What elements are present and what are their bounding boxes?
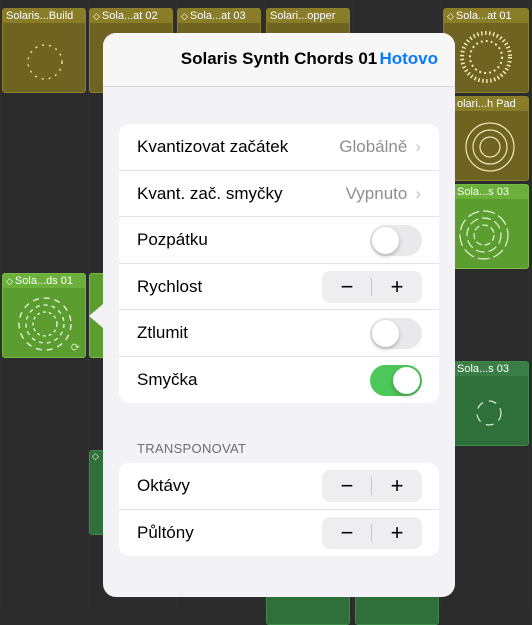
transpose-section-header: TRANSPONOVAT — [137, 441, 247, 456]
clip-title: olari...h Pad — [454, 97, 528, 111]
clip-cell[interactable]: ◇ Sola...ds 01 ⟳ — [2, 273, 86, 358]
collapse-chevron-icon: ◇ — [447, 11, 454, 21]
waveform-ring-icon — [18, 297, 72, 351]
waveform-ring-icon — [459, 210, 509, 260]
clip-cell[interactable]: ◇ Sola...at 01 — [443, 8, 529, 93]
clip-cell[interactable]: Solaris...Build — [2, 8, 86, 93]
semitones-stepper: − + — [322, 516, 422, 549]
semitones-row: Půltóny − + — [119, 510, 439, 557]
popover-arrow — [89, 304, 103, 328]
clip-title: Solaris...Build — [3, 9, 85, 23]
loop-toggle[interactable] — [370, 364, 422, 396]
mute-row: Ztlumit — [119, 310, 439, 357]
toggle-knob — [393, 366, 420, 394]
decrement-button[interactable]: − — [322, 517, 372, 549]
transpose-group: Oktávy − + Půltóny − + — [119, 463, 439, 556]
speed-stepper: − + — [322, 270, 422, 303]
collapse-chevron-icon: ◇ — [6, 276, 13, 286]
decrement-button[interactable]: − — [322, 470, 372, 502]
clip-title: Sola...at 03 — [189, 10, 246, 22]
row-label: Pozpátku — [137, 230, 208, 249]
settings-group: Kvantizovat začátek Globálně › Kvant. zač… — [119, 124, 439, 403]
increment-button[interactable]: + — [372, 517, 422, 549]
clip-title: Sola...s 03 — [454, 185, 528, 199]
row-label: Kvantizovat začátek — [137, 137, 289, 156]
waveform-ring-icon — [465, 122, 515, 172]
waveform-ring-icon — [476, 400, 502, 426]
clip-cell[interactable]: olari...h Pad — [453, 96, 529, 181]
row-label: Oktávy — [137, 476, 190, 495]
row-label: Půltóny — [137, 522, 194, 542]
reverse-row: Pozpátku — [119, 217, 439, 264]
octaves-stepper: − + — [322, 470, 422, 502]
row-value: Globálně — [339, 137, 408, 156]
clip-title: Sola...ds 01 — [14, 275, 74, 287]
clip-cell[interactable] — [266, 595, 350, 625]
clip-settings-popover: Solaris Synth Chords 01 Hotovo Kvantizov… — [103, 33, 455, 597]
increment-button[interactable]: + — [372, 470, 422, 502]
collapse-chevron-icon: ◇ — [181, 11, 188, 21]
increment-button[interactable]: + — [372, 271, 422, 303]
mute-toggle[interactable] — [370, 318, 422, 349]
toggle-knob — [372, 227, 399, 254]
row-label: Rychlost — [137, 276, 203, 296]
row-label: Kvant. zač. smyčky — [137, 183, 283, 203]
chevron-right-icon: › — [415, 183, 421, 203]
clip-cell[interactable] — [355, 595, 439, 625]
waveform-ring-icon — [460, 31, 512, 83]
clip-cell[interactable]: Sola...s 03 — [453, 184, 529, 269]
loop-icon: ⟳ — [70, 342, 80, 354]
row-value: Vypnuto — [345, 183, 408, 203]
row-label: Smyčka — [137, 369, 198, 389]
reverse-toggle[interactable] — [370, 225, 422, 256]
waveform-ring-icon — [27, 44, 63, 80]
toggle-knob — [372, 320, 399, 347]
popover-header: Solaris Synth Chords 01 Hotovo — [103, 33, 455, 87]
chevron-right-icon: › — [415, 137, 421, 156]
done-button[interactable]: Hotovo — [379, 49, 438, 69]
speed-row: Rychlost − + — [119, 264, 439, 310]
octaves-row: Oktávy − + — [119, 463, 439, 510]
clip-title: Sola...at 02 — [101, 10, 158, 22]
quantize-loop-start-row[interactable]: Kvant. zač. smyčky Vypnuto › — [119, 171, 439, 217]
clip-cell[interactable]: Sola...s 03 — [453, 361, 529, 446]
quantize-start-row[interactable]: Kvantizovat začátek Globálně › — [119, 124, 439, 171]
collapse-chevron-icon: ◇ — [92, 451, 99, 461]
collapse-chevron-icon: ◇ — [93, 11, 100, 21]
decrement-button[interactable]: − — [322, 271, 372, 303]
loop-row: Smyčka — [119, 357, 439, 404]
clip-title: Solari...opper — [267, 9, 349, 23]
clip-title: Sola...at 01 — [455, 10, 512, 22]
row-label: Ztlumit — [137, 323, 188, 342]
clip-title: Sola...s 03 — [454, 362, 528, 376]
